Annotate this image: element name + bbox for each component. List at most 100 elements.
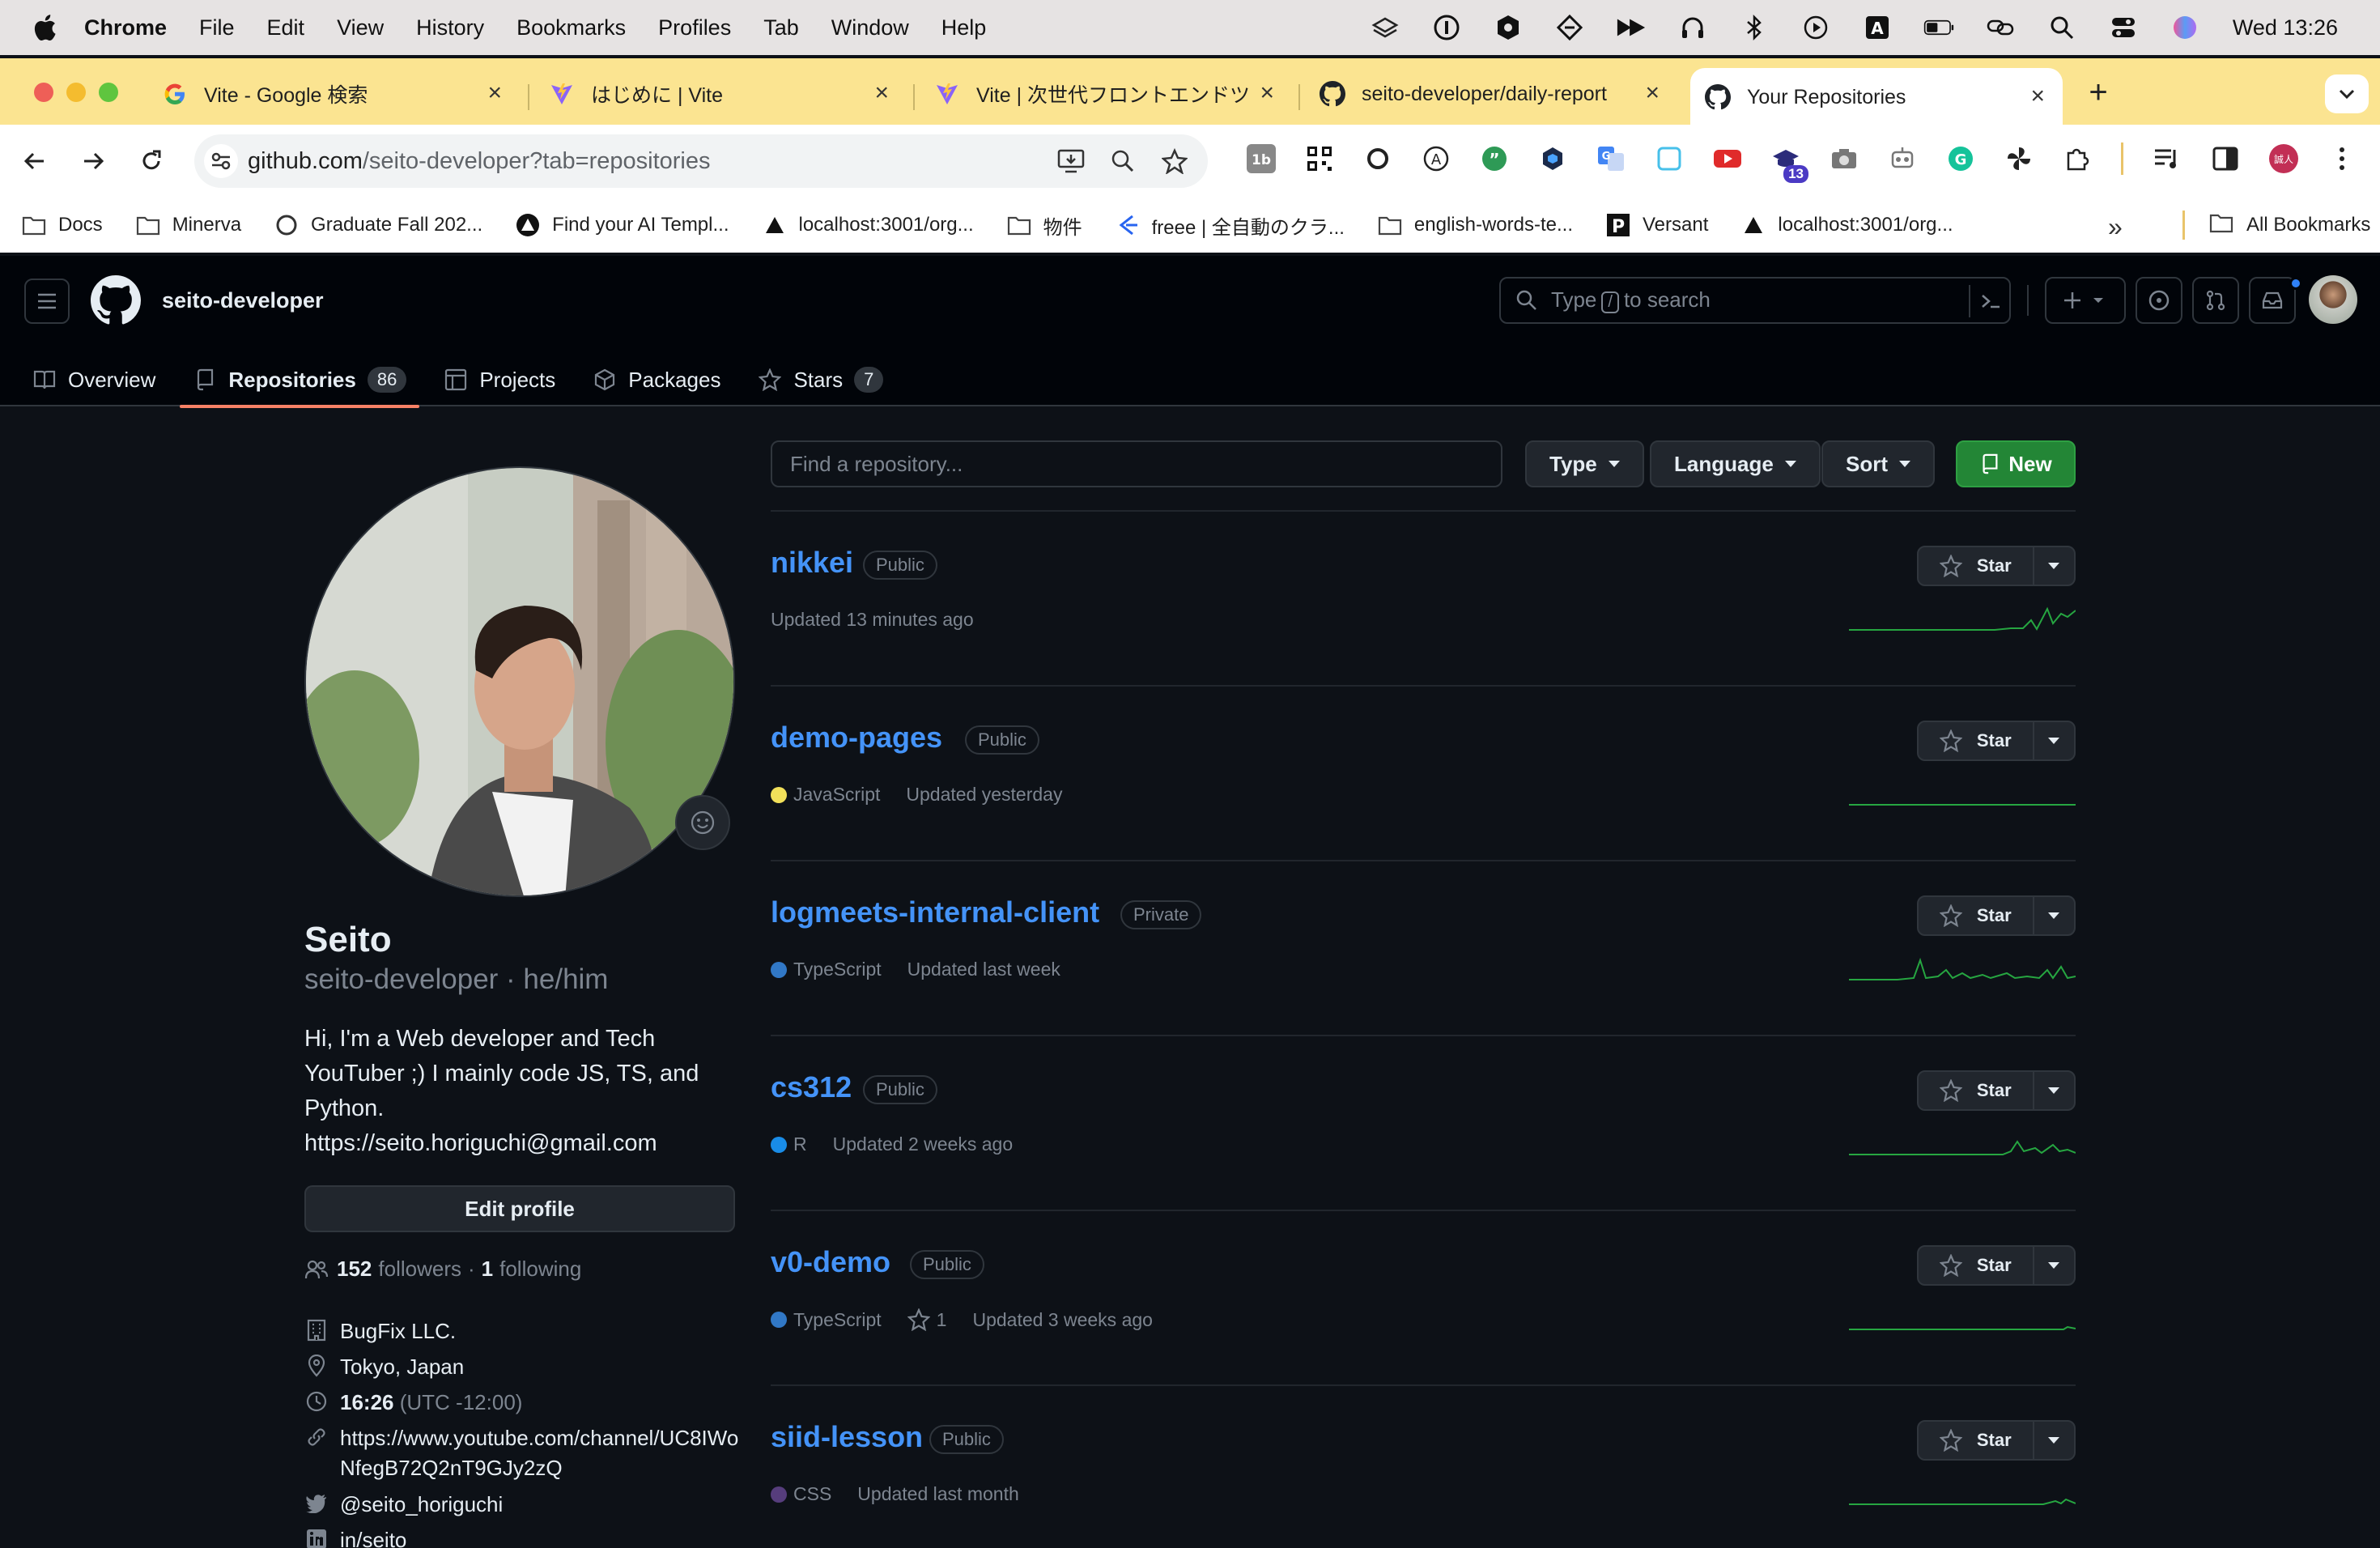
menu-app-name[interactable]: Chrome	[84, 15, 167, 40]
tab-projects[interactable]: Projects	[444, 353, 555, 406]
close-tab-icon[interactable]: ×	[1260, 81, 1274, 105]
close-window-button[interactable]	[34, 83, 53, 102]
siri-icon[interactable]	[2170, 12, 2200, 43]
star-button[interactable]: Star	[1919, 722, 2034, 759]
browser-tab-active[interactable]: Your Repositories ×	[1690, 68, 2063, 126]
github-search-input[interactable]: Type / to search	[1499, 277, 2011, 324]
menu-tab[interactable]: Tab	[763, 15, 799, 40]
control-center-icon[interactable]	[2108, 12, 2139, 43]
ext-1b-icon[interactable]: 1b	[1247, 144, 1276, 173]
close-tab-icon[interactable]: ×	[874, 81, 889, 105]
header-username[interactable]: seito-developer	[162, 288, 324, 313]
profile-avatar[interactable]	[304, 466, 735, 897]
all-bookmarks-button[interactable]: All Bookmarks	[2182, 211, 2370, 240]
hat-icon[interactable]: 13	[1771, 144, 1808, 183]
robot-icon[interactable]	[1888, 144, 1917, 173]
minimize-window-button[interactable]	[66, 83, 86, 102]
site-info-icon[interactable]	[204, 144, 238, 178]
browser-tab[interactable]: Vite - Google 検索 ×	[147, 70, 520, 118]
edit-profile-button[interactable]: Edit profile	[304, 1185, 735, 1232]
repo-name-link[interactable]: demo-pages	[771, 721, 942, 755]
pull-requests-button[interactable]	[2192, 277, 2239, 324]
set-status-button[interactable]	[675, 795, 730, 850]
headphones-icon[interactable]	[1677, 12, 1708, 43]
browser-tab[interactable]: はじめに | Vite ×	[534, 70, 907, 118]
repo-name-link[interactable]: v0-demo	[771, 1245, 890, 1279]
apple-icon[interactable]	[32, 13, 57, 42]
tab-stars[interactable]: Stars 7	[758, 353, 884, 406]
language-filter-button[interactable]: Language	[1650, 440, 1821, 487]
menu-help[interactable]: Help	[941, 15, 987, 40]
star-list-dropdown-button[interactable]	[2034, 1437, 2074, 1444]
type-filter-button[interactable]: Type	[1525, 440, 1644, 487]
menu-edit[interactable]: Edit	[267, 15, 305, 40]
star-button[interactable]: Star	[1919, 1072, 2034, 1109]
issues-button[interactable]	[2136, 277, 2182, 324]
browser-tab[interactable]: Vite | 次世代フロントエンドツ… ×	[920, 70, 1292, 118]
spotlight-search-icon[interactable]	[2046, 12, 2077, 43]
bookmark-item[interactable]: freee | 全自動のクラ...	[1115, 211, 1345, 240]
create-new-button[interactable]	[2045, 277, 2126, 324]
quote-icon[interactable]: ”	[1480, 144, 1509, 173]
close-tab-icon[interactable]: ×	[2030, 84, 2045, 108]
link-icon[interactable]	[1985, 12, 2016, 43]
star-button[interactable]: Star	[1919, 547, 2034, 585]
linkedin-link[interactable]: in/seito	[340, 1525, 406, 1548]
qr-code-icon[interactable]	[1305, 144, 1334, 173]
bookmark-item[interactable]: P Versant	[1605, 212, 1708, 238]
reload-button[interactable]	[133, 142, 170, 180]
star-button[interactable]: Star	[1919, 1422, 2034, 1459]
followers-link[interactable]: 152 followers	[337, 1257, 461, 1282]
tab-overview[interactable]: Overview	[32, 353, 155, 406]
menu-bookmarks[interactable]: Bookmarks	[516, 15, 626, 40]
bookmark-item[interactable]: Minerva	[135, 212, 241, 238]
zoom-window-button[interactable]	[99, 83, 118, 102]
browser-tab[interactable]: seito-developer/daily-report ×	[1305, 70, 1677, 118]
star-list-dropdown-button[interactable]	[2034, 1087, 2074, 1094]
repo-name-link[interactable]: logmeets-internal-client	[771, 895, 1099, 929]
input-source-icon[interactable]: A	[1862, 12, 1893, 43]
onepassword-icon[interactable]	[1431, 12, 1462, 43]
github-logo-icon[interactable]	[91, 275, 141, 325]
tab-packages[interactable]: Packages	[593, 353, 720, 406]
star-list-dropdown-button[interactable]	[2034, 1262, 2074, 1269]
tab-search-button[interactable]	[2325, 74, 2369, 113]
new-tab-button[interactable]: +	[2080, 76, 2116, 112]
address-bar[interactable]: github.com/seito-developer?tab=repositor…	[194, 134, 1208, 188]
hamburger-menu-button[interactable]	[24, 279, 70, 324]
zoom-icon[interactable]	[1106, 144, 1140, 178]
star-list-dropdown-button[interactable]	[2034, 563, 2074, 569]
youtube-icon[interactable]	[1713, 144, 1742, 173]
square-outline-icon[interactable]	[1655, 144, 1684, 173]
repo-name-link[interactable]: cs312	[771, 1070, 852, 1104]
command-palette-icon[interactable]	[1969, 285, 2001, 317]
puzzle-icon[interactable]	[2063, 144, 2092, 173]
layers-icon[interactable]	[1370, 12, 1400, 43]
repo-stars-link[interactable]: 1	[907, 1308, 946, 1331]
star-list-dropdown-button[interactable]	[2034, 738, 2074, 744]
a-circle-icon[interactable]: A	[1422, 144, 1451, 173]
menu-history[interactable]: History	[416, 15, 484, 40]
kebab-menu-icon[interactable]	[2327, 144, 2357, 173]
menu-profiles[interactable]: Profiles	[658, 15, 731, 40]
bookmark-item[interactable]: Find your AI Templ...	[515, 212, 729, 238]
repo-name-link[interactable]: siid-lesson	[771, 1420, 923, 1454]
bookmark-item[interactable]: 物件	[1006, 211, 1082, 240]
pinwheel-icon[interactable]	[2004, 144, 2034, 173]
star-button[interactable]: Star	[1919, 1247, 2034, 1284]
bookmark-item[interactable]: localhost:3001/org...	[762, 212, 974, 238]
menu-window[interactable]: Window	[831, 15, 909, 40]
side-panel-icon[interactable]	[2211, 144, 2240, 173]
install-app-icon[interactable]	[1054, 144, 1088, 178]
close-tab-icon[interactable]: ×	[1645, 81, 1660, 105]
sort-filter-button[interactable]: Sort	[1821, 440, 1935, 487]
play-circle-icon[interactable]	[1800, 12, 1831, 43]
diamond-arrows-icon[interactable]	[1554, 12, 1585, 43]
profile-avatar-icon[interactable]: 誠人	[2269, 144, 2298, 173]
back-button[interactable]	[16, 142, 53, 180]
fast-forward-icon[interactable]	[1616, 12, 1647, 43]
close-tab-icon[interactable]: ×	[487, 81, 502, 105]
media-queue-icon[interactable]	[2153, 144, 2182, 173]
cube-icon[interactable]	[1538, 144, 1567, 173]
grammarly-icon[interactable]: G	[1946, 144, 1975, 173]
